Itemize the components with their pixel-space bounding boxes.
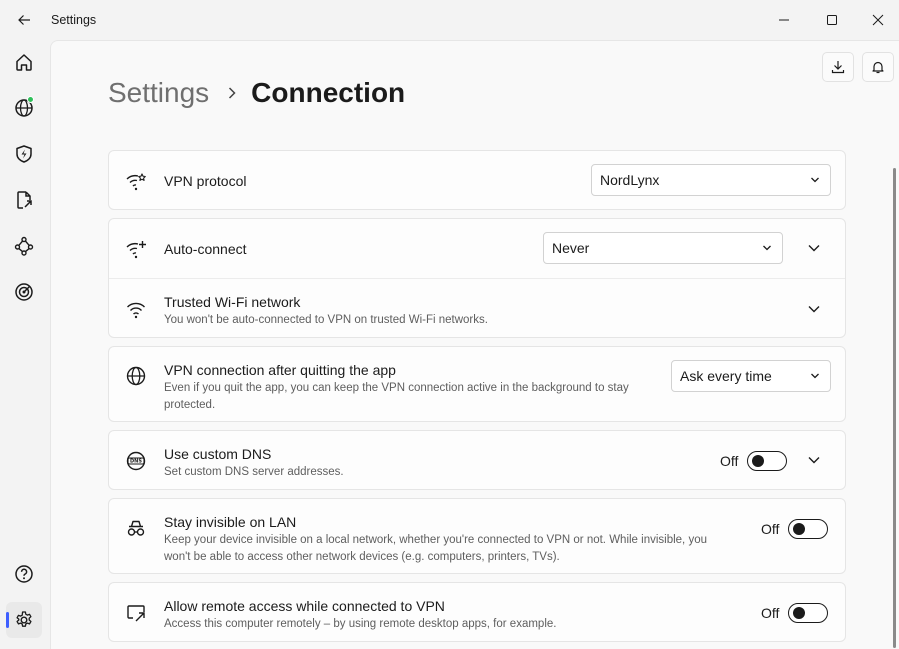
wifi-star-icon bbox=[125, 170, 147, 192]
remote-access-toggle-group: Off bbox=[761, 603, 829, 623]
toggle-knob bbox=[793, 607, 806, 619]
invisible-lan-toggle-label: Off bbox=[761, 521, 780, 537]
back-button[interactable] bbox=[14, 10, 34, 30]
chevron-right-icon bbox=[227, 86, 237, 100]
chevron-down-icon bbox=[763, 245, 771, 251]
custom-dns-toggle[interactable] bbox=[747, 451, 788, 471]
sidebar-item-file-share[interactable] bbox=[6, 182, 42, 218]
trusted-wifi-label: Trusted Wi-Fi network bbox=[164, 294, 301, 310]
remote-screen-icon bbox=[125, 602, 147, 624]
after-quit-select[interactable]: Ask every time bbox=[671, 360, 831, 392]
meshnet-icon bbox=[14, 236, 34, 256]
wifi-sparkle-icon bbox=[125, 238, 147, 260]
remote-access-toggle[interactable] bbox=[788, 603, 829, 623]
home-icon bbox=[16, 54, 32, 71]
maximize-button[interactable] bbox=[820, 8, 844, 32]
gear-icon bbox=[16, 611, 32, 627]
sidebar-item-settings[interactable] bbox=[6, 602, 42, 638]
chevron-down-icon bbox=[808, 306, 820, 313]
chevron-down-icon bbox=[811, 177, 819, 183]
auto-connect-expand-button[interactable] bbox=[801, 235, 827, 261]
chevron-down-icon bbox=[808, 245, 820, 252]
remote-access-card: Allow remote access while connected to V… bbox=[108, 582, 846, 642]
remote-access-label: Allow remote access while connected to V… bbox=[164, 598, 445, 614]
vpn-protocol-select[interactable]: NordLynx bbox=[591, 164, 831, 196]
app-title: Settings bbox=[51, 13, 97, 27]
connection-status-dot bbox=[27, 96, 34, 103]
title-bar: Settings bbox=[0, 0, 899, 40]
after-quit-label: VPN connection after quitting the app bbox=[164, 362, 396, 378]
sidebar-item-home[interactable] bbox=[6, 44, 42, 80]
close-button[interactable] bbox=[866, 8, 890, 32]
breadcrumb: Settings Connection bbox=[108, 77, 405, 109]
chevron-down-icon bbox=[808, 457, 820, 464]
custom-dns-toggle-group: Off bbox=[720, 451, 788, 471]
sidebar-item-dark-web-monitor[interactable] bbox=[6, 274, 42, 310]
invisible-lan-card: Stay invisible on LAN Keep your device i… bbox=[108, 498, 846, 574]
trusted-wifi-row[interactable]: Trusted Wi-Fi network You won't be auto-… bbox=[109, 279, 845, 339]
sidebar-item-help[interactable] bbox=[6, 556, 42, 592]
active-indicator bbox=[6, 612, 9, 628]
vpn-protocol-label: VPN protocol bbox=[164, 173, 247, 189]
arrow-left-icon bbox=[18, 15, 30, 25]
maximize-icon bbox=[827, 15, 837, 25]
toggle-knob bbox=[752, 455, 765, 467]
dns-globe-icon: DNS bbox=[125, 450, 147, 472]
shield-bolt-icon bbox=[16, 145, 32, 163]
vpn-protocol-value: NordLynx bbox=[600, 172, 660, 188]
toggle-knob bbox=[793, 523, 806, 535]
minimize-icon bbox=[779, 19, 789, 21]
chevron-down-icon bbox=[811, 373, 819, 379]
breadcrumb-settings[interactable]: Settings bbox=[108, 77, 209, 109]
sidebar bbox=[0, 40, 50, 649]
main-content: Settings Connection VPN protocol NordLyn… bbox=[50, 40, 899, 649]
remote-access-toggle-label: Off bbox=[761, 605, 780, 621]
invisible-lan-toggle-group: Off bbox=[761, 519, 829, 539]
auto-connect-card: Auto-connect Never Trusted Wi-Fi network… bbox=[108, 218, 846, 338]
svg-text:DNS: DNS bbox=[130, 459, 142, 465]
after-quit-card: VPN connection after quitting the app Ev… bbox=[108, 346, 846, 422]
globe-icon bbox=[125, 365, 147, 387]
sidebar-item-meshnet[interactable] bbox=[6, 228, 42, 264]
invisible-lan-label: Stay invisible on LAN bbox=[164, 514, 297, 530]
custom-dns-card: DNS Use custom DNS Set custom DNS server… bbox=[108, 430, 846, 490]
custom-dns-expand-button[interactable] bbox=[801, 447, 827, 473]
close-icon bbox=[872, 14, 884, 26]
custom-dns-label: Use custom DNS bbox=[164, 446, 272, 462]
invisible-lan-description: Keep your device invisible on a local ne… bbox=[164, 534, 707, 563]
sidebar-item-threat-protection[interactable] bbox=[6, 136, 42, 172]
trusted-wifi-expand-button[interactable] bbox=[801, 296, 827, 322]
minimize-button[interactable] bbox=[772, 8, 796, 32]
notifications-button[interactable] bbox=[862, 52, 894, 82]
after-quit-description: Even if you quit the app, you can keep t… bbox=[164, 382, 629, 411]
bell-icon bbox=[872, 61, 884, 74]
wifi-icon bbox=[125, 298, 147, 320]
invisible-lan-toggle[interactable] bbox=[788, 519, 829, 539]
scrollbar[interactable] bbox=[893, 168, 896, 648]
auto-connect-row: Auto-connect Never bbox=[109, 219, 845, 278]
custom-dns-toggle-label: Off bbox=[720, 453, 739, 469]
page-title: Connection bbox=[251, 77, 406, 108]
sidebar-item-vpn[interactable] bbox=[6, 90, 42, 126]
trusted-wifi-description: You won't be auto-connected to VPN on tr… bbox=[164, 314, 488, 326]
help-icon bbox=[15, 565, 33, 583]
incognito-icon bbox=[125, 517, 147, 539]
custom-dns-description: Set custom DNS server addresses. bbox=[164, 466, 344, 478]
file-share-icon bbox=[17, 191, 32, 209]
auto-connect-value: Never bbox=[552, 240, 590, 256]
download-icon bbox=[831, 61, 845, 74]
remote-access-description: Access this computer remotely – by using… bbox=[164, 618, 557, 630]
vpn-protocol-card: VPN protocol NordLynx bbox=[108, 150, 846, 210]
auto-connect-select[interactable]: Never bbox=[543, 232, 783, 264]
download-button[interactable] bbox=[822, 52, 854, 82]
auto-connect-label: Auto-connect bbox=[164, 241, 247, 257]
after-quit-value: Ask every time bbox=[680, 368, 772, 384]
target-icon bbox=[15, 283, 33, 301]
